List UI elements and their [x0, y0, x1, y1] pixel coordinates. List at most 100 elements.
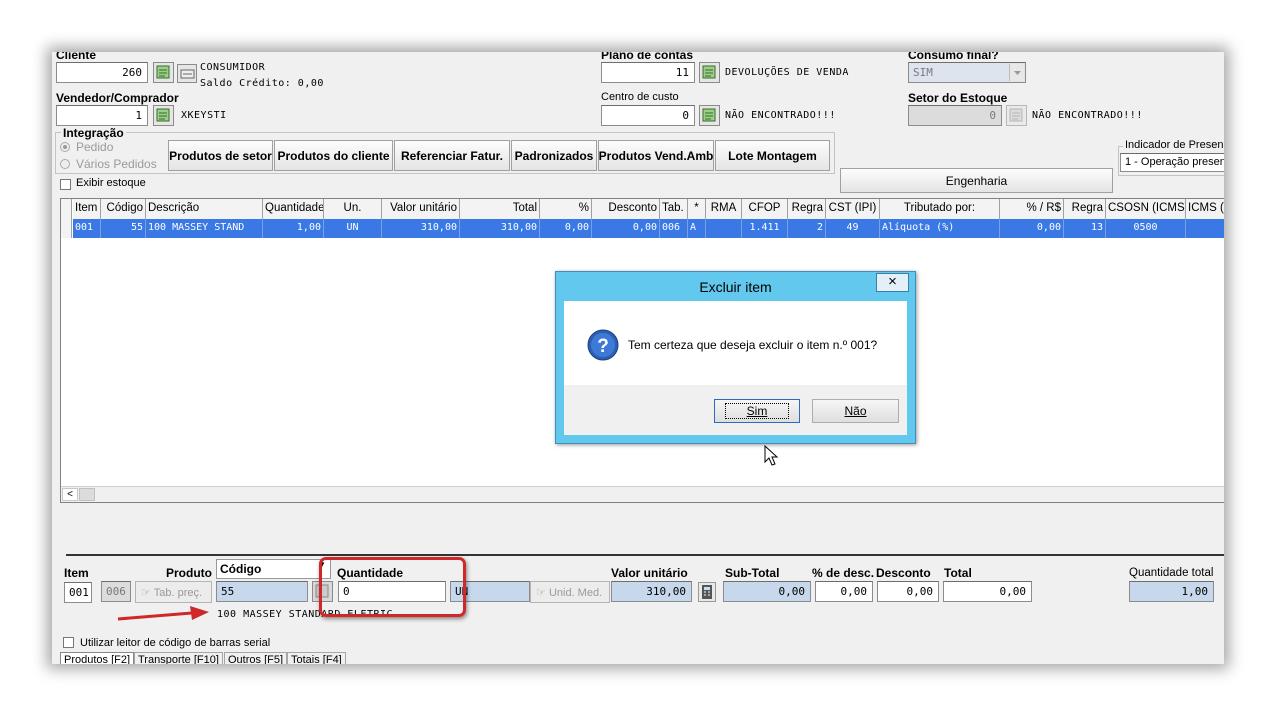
table-cell[interactable]: 001 — [73, 219, 101, 238]
table-cell[interactable]: 0,00 — [540, 219, 592, 238]
grid-header-9[interactable]: Tab. — [660, 199, 688, 219]
barcode-checkbox[interactable] — [63, 637, 74, 648]
table-cell[interactable]: 0500 — [1106, 219, 1186, 238]
centro-search-icon[interactable] — [699, 105, 720, 126]
referenciar-fatur-button[interactable]: Referenciar Fatur. — [394, 140, 510, 171]
grid-header-18[interactable]: CSOSN (ICMS) — [1106, 199, 1186, 219]
scroll-left-icon[interactable]: < — [62, 488, 78, 501]
codigo-label: Código — [220, 562, 262, 576]
padronizados-button[interactable]: Padronizados — [511, 140, 597, 171]
codigo-field[interactable]: 55 — [216, 581, 308, 602]
exibir-estoque-checkbox[interactable] — [60, 179, 71, 190]
cliente-field[interactable]: 260 — [56, 62, 148, 83]
table-cell[interactable]: Alíquota (%) — [880, 219, 1000, 238]
grid-header-17[interactable]: Regra — [1064, 199, 1106, 219]
table-cell[interactable]: 55 — [101, 219, 146, 238]
grid-header-13[interactable]: Regra — [788, 199, 826, 219]
grid-header-2[interactable]: Descrição — [146, 199, 263, 219]
table-cell[interactable]: 0,00 — [592, 219, 660, 238]
table-cell[interactable] — [706, 219, 742, 238]
tab-produtos[interactable]: Produtos [F2] — [60, 652, 135, 664]
produtos-setor-button[interactable]: Produtos de setor — [168, 140, 273, 171]
grid-header-6[interactable]: Total — [460, 199, 540, 219]
grid-header-8[interactable]: Desconto — [592, 199, 660, 219]
horizontal-scrollbar[interactable]: < — [61, 486, 1224, 502]
table-cell[interactable]: 006 — [660, 219, 688, 238]
centro-label: Centro de custo — [601, 91, 679, 103]
tab-outros[interactable]: Outros [F5] — [224, 652, 288, 664]
grid-header-0[interactable]: Item — [73, 199, 101, 219]
cliente-search-icon[interactable] — [153, 62, 174, 83]
dialog-message: Tem certeza que deseja excluir o item n.… — [628, 338, 878, 352]
codigo-combo[interactable]: Código ▼ — [216, 559, 331, 579]
grid-header-4[interactable]: Un. — [324, 199, 382, 219]
chevron-down-icon[interactable] — [1009, 64, 1024, 81]
grid-header-12[interactable]: CFOP — [742, 199, 788, 219]
pdesc-field[interactable]: 0,00 — [815, 581, 873, 602]
grid-header-1[interactable]: Código — [101, 199, 146, 219]
grid-header-10[interactable]: * — [688, 199, 706, 219]
no-button[interactable]: Não — [812, 399, 899, 423]
tab-transporte[interactable]: Transporte [F10] — [134, 652, 223, 664]
produtos-cliente-button[interactable]: Produtos do cliente — [274, 140, 393, 171]
calculator-icon[interactable] — [698, 582, 716, 602]
table-cell[interactable]: 0,00 — [1000, 219, 1064, 238]
produtos-vend-amb-button[interactable]: Produtos Vend.Amb — [598, 140, 714, 171]
grid-header-7[interactable]: % — [540, 199, 592, 219]
grid-header-11[interactable]: RMA — [706, 199, 742, 219]
unid-med-button[interactable]: ☞ Unid. Med. — [530, 581, 610, 603]
table-cell[interactable]: 13 — [1064, 219, 1106, 238]
engenharia-button[interactable]: Engenharia — [840, 168, 1113, 193]
grid-corner — [61, 199, 72, 219]
card-icon[interactable] — [177, 64, 197, 83]
centro-field[interactable]: 0 — [601, 105, 695, 126]
qtotal-field: 1,00 — [1129, 581, 1214, 602]
table-cell[interactable]: 100 MASSEY STAND — [146, 219, 263, 238]
tab-preco-button[interactable]: ☞ Tab. preç. — [135, 581, 212, 603]
table-cell[interactable]: 310,00 — [382, 219, 460, 238]
subtotal-label: Sub-Total — [725, 566, 780, 580]
pedido-radio[interactable] — [60, 142, 70, 152]
table-cell[interactable]: 310,00 — [460, 219, 540, 238]
lote-montagem-button[interactable]: Lote Montagem — [715, 140, 830, 171]
table-cell[interactable]: 1,00 — [263, 219, 324, 238]
confirm-dialog: Excluir item × ? Tem certeza que deseja … — [555, 271, 916, 444]
scroll-thumb[interactable] — [79, 488, 95, 501]
grid-header-19[interactable]: ICMS ( — [1186, 199, 1224, 219]
setor-field[interactable]: 0 — [908, 105, 1002, 126]
tab-preco-icon: ☞ — [141, 587, 151, 599]
tab-field[interactable]: 006 — [101, 581, 131, 602]
desconto-field[interactable]: 0,00 — [877, 581, 939, 602]
setor-search-icon[interactable] — [1006, 105, 1027, 126]
annotation-highlight — [319, 557, 466, 617]
grid-header-14[interactable]: CST (IPI) — [826, 199, 880, 219]
item-field[interactable]: 001 — [64, 582, 92, 603]
vendedor-field[interactable]: 1 — [56, 105, 148, 126]
varios-radio[interactable] — [60, 159, 70, 169]
subtotal-field[interactable]: 0,00 — [723, 581, 811, 602]
table-cell[interactable]: 49 — [826, 219, 880, 238]
tab-totais[interactable]: Totais [F4] — [287, 652, 346, 664]
valor-field[interactable]: 310,00 — [611, 581, 692, 602]
vendedor-name: XKEYSTI — [181, 110, 227, 121]
total-field[interactable]: 0,00 — [943, 581, 1032, 602]
close-icon[interactable]: × — [876, 273, 909, 292]
plano-field[interactable]: 11 — [601, 62, 695, 83]
exibir-estoque-label: Exibir estoque — [76, 177, 146, 189]
table-cell[interactable]: 2 — [788, 219, 826, 238]
plano-search-icon[interactable] — [699, 62, 720, 83]
unid-med-icon: ☞ — [536, 587, 546, 599]
table-cell[interactable]: A — [688, 219, 706, 238]
grid-header-16[interactable]: % / R$ — [1000, 199, 1064, 219]
indicador-select[interactable]: 1 - Operação presencial — [1120, 153, 1224, 172]
produto-label: Produto — [166, 566, 212, 580]
table-cell[interactable]: 1.411 — [742, 219, 788, 238]
table-cell[interactable]: 0,0 — [1186, 219, 1224, 238]
vendedor-search-icon[interactable] — [153, 105, 174, 126]
grid-header-5[interactable]: Valor unitário — [382, 199, 460, 219]
yes-button[interactable]: Sim — [714, 399, 800, 423]
grid-header-3[interactable]: Quantidade — [263, 199, 324, 219]
grid-header-15[interactable]: Tributado por: — [880, 199, 1000, 219]
barcode-label: Utilizar leitor de código de barras seri… — [80, 637, 271, 649]
table-cell[interactable]: UN — [324, 219, 382, 238]
